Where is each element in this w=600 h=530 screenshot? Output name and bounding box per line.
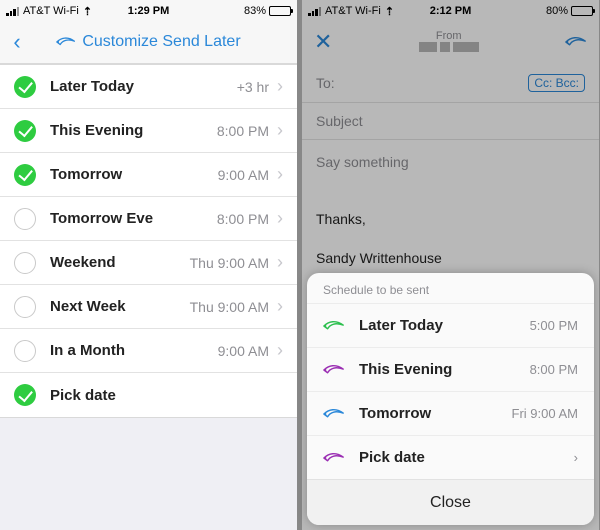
chevron-right-icon: ›: [277, 76, 283, 97]
schedule-value: 5:00 PM: [530, 318, 578, 333]
option-value: Thu 9:00 AM: [190, 255, 269, 271]
checkmark-on-icon: [14, 164, 36, 186]
schedule-option[interactable]: Later Today 5:00 PM: [307, 303, 594, 347]
chevron-right-icon: ›: [277, 252, 283, 273]
paper-plane-icon: [323, 362, 345, 378]
option-label: Tomorrow: [50, 166, 122, 183]
chevron-right-icon: ›: [277, 120, 283, 141]
option-value: 9:00 AM: [218, 167, 269, 183]
customize-send-later-screen: AT&T Wi-Fi ⇡ 1:29 PM 83% ‹ Customize Sen…: [0, 0, 297, 530]
option-value: Thu 9:00 AM: [190, 299, 269, 315]
checkmark-off-icon: [14, 340, 36, 362]
nav-bar: ‹ Customize Send Later: [0, 20, 297, 64]
paper-plane-icon: [323, 406, 345, 422]
checkmark-off-icon: [14, 296, 36, 318]
battery-icon: [269, 6, 291, 16]
paper-plane-icon: [323, 450, 345, 466]
option-value: +3 hr: [237, 79, 269, 95]
signal-icon: [6, 7, 19, 16]
send-later-options-list: Later Today+3 hr›This Evening8:00 PM›Tom…: [0, 64, 297, 418]
option-row[interactable]: This Evening 8:00 PM ›: [0, 109, 297, 153]
option-row[interactable]: Pick date: [0, 373, 297, 417]
option-value: 9:00 AM: [218, 343, 269, 359]
checkmark-on-icon: [14, 384, 36, 406]
schedule-value: Fri 9:00 AM: [512, 406, 578, 421]
checkmark-off-icon: [14, 252, 36, 274]
compose-screen: AT&T Wi-Fi ⇡ 2:12 PM 80% ✕ From To: Cc: …: [302, 0, 599, 530]
schedule-sheet: Schedule to be sent Later Today 5:00 PM Th…: [307, 273, 594, 525]
option-row[interactable]: Next Week Thu 9:00 AM ›: [0, 285, 297, 329]
wifi-icon: ⇡: [83, 5, 92, 18]
chevron-right-icon: ›: [277, 296, 283, 317]
schedule-label: This Evening: [359, 361, 452, 378]
option-value: 8:00 PM: [217, 211, 269, 227]
option-label: Later Today: [50, 78, 134, 95]
paper-plane-icon: [323, 318, 345, 334]
paper-plane-icon: [56, 34, 76, 50]
checkmark-on-icon: [14, 120, 36, 142]
option-label: Tomorrow Eve: [50, 210, 153, 227]
option-row[interactable]: In a Month 9:00 AM ›: [0, 329, 297, 373]
option-label: This Evening: [50, 122, 143, 139]
status-bar: AT&T Wi-Fi ⇡ 1:29 PM 83%: [0, 0, 297, 20]
back-button[interactable]: ‹: [0, 29, 34, 55]
chevron-right-icon: ›: [277, 164, 283, 185]
chevron-right-icon: ›: [277, 208, 283, 229]
checkmark-off-icon: [14, 208, 36, 230]
option-row[interactable]: Weekend Thu 9:00 AM ›: [0, 241, 297, 285]
option-value: 8:00 PM: [217, 123, 269, 139]
schedule-option[interactable]: Pick date ›: [307, 435, 594, 479]
option-label: Weekend: [50, 254, 116, 271]
option-row[interactable]: Tomorrow 9:00 AM ›: [0, 153, 297, 197]
chevron-right-icon: ›: [277, 340, 283, 361]
sheet-title: Schedule to be sent: [307, 273, 594, 303]
checkmark-on-icon: [14, 76, 36, 98]
page-title: Customize Send Later: [0, 33, 297, 51]
option-label: Pick date: [50, 387, 116, 404]
option-row[interactable]: Later Today +3 hr ›: [0, 65, 297, 109]
schedule-label: Tomorrow: [359, 405, 431, 422]
schedule-value: ›: [574, 450, 578, 465]
schedule-option[interactable]: Tomorrow Fri 9:00 AM: [307, 391, 594, 435]
status-time: 1:29 PM: [101, 5, 196, 17]
carrier-label: AT&T Wi-Fi: [23, 5, 79, 17]
schedule-label: Later Today: [359, 317, 443, 334]
option-label: In a Month: [50, 342, 125, 359]
schedule-option[interactable]: This Evening 8:00 PM: [307, 347, 594, 391]
schedule-value: 8:00 PM: [530, 362, 578, 377]
schedule-label: Pick date: [359, 449, 425, 466]
option-label: Next Week: [50, 298, 126, 315]
option-row[interactable]: Tomorrow Eve 8:00 PM ›: [0, 197, 297, 241]
sheet-close-button[interactable]: Close: [307, 479, 594, 525]
battery-percent: 83%: [244, 5, 266, 17]
